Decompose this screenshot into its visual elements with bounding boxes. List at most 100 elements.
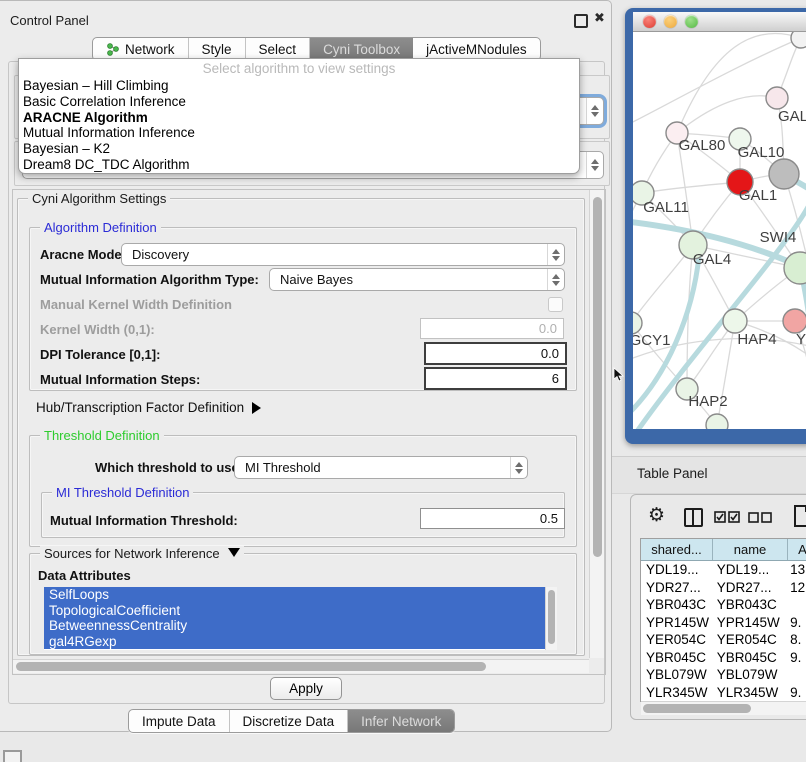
combobox-stepper-icon: [547, 269, 564, 290]
mi-algorithm-type-combobox[interactable]: Naive Bayes: [269, 268, 565, 291]
table-row[interactable]: YLR345WYLR345W9.: [641, 684, 806, 702]
mi-threshold-field[interactable]: 0.5: [420, 508, 565, 529]
table-cell[interactable]: YDR27...: [641, 579, 712, 597]
minimize-traffic-light-icon[interactable]: [664, 15, 677, 28]
node-label: Y: [796, 331, 806, 348]
aracne-mode-combobox[interactable]: Discovery: [121, 243, 565, 266]
algorithm-option-aracne[interactable]: ARACNE Algorithm: [19, 110, 579, 126]
tab-select[interactable]: Select: [246, 38, 311, 60]
algorithm-option-bayesian-k2[interactable]: Bayesian – K2: [19, 141, 579, 157]
network-node[interactable]: [706, 414, 728, 429]
network-node-gal[interactable]: [766, 87, 788, 109]
tab-style[interactable]: Style: [189, 38, 246, 60]
table-cell[interactable]: YBR045C: [641, 649, 712, 667]
combobox-stepper-icon: [586, 152, 603, 178]
table-cell[interactable]: YLR345W: [641, 684, 712, 702]
close-traffic-light-icon[interactable]: [643, 15, 656, 28]
table-cell[interactable]: YPR145W: [712, 614, 785, 632]
table-row[interactable]: YBL079WYBL079W: [641, 666, 806, 684]
algorithm-option-bayesian-hill-climbing[interactable]: Bayesian – Hill Climbing: [19, 78, 579, 94]
apply-button[interactable]: Apply: [270, 677, 342, 700]
algorithm-option-mutual-information[interactable]: Mutual Information Inference: [19, 125, 579, 141]
table-row[interactable]: YBR045CYBR045C9.: [641, 649, 806, 667]
gear-icon[interactable]: ⚙: [648, 504, 665, 527]
table-cell[interactable]: [785, 596, 806, 614]
hub-tf-definition-toggle[interactable]: Hub/Transcription Factor Definition: [36, 400, 261, 415]
settings-vertical-scrollbar[interactable]: [589, 190, 604, 658]
zoom-traffic-light-icon[interactable]: [685, 15, 698, 28]
table-cell[interactable]: 9.: [785, 684, 806, 702]
attributes-list-vertical-scrollbar[interactable]: [545, 587, 557, 650]
settings-horizontal-scrollbar[interactable]: [13, 659, 589, 673]
table-cell[interactable]: 12: [785, 579, 806, 597]
which-threshold-label: Which threshold to use:: [95, 460, 243, 475]
float-window-icon[interactable]: [574, 14, 588, 28]
column-header-partial[interactable]: A: [788, 539, 806, 560]
algorithm-option-dream8[interactable]: Dream8 DC_TDC Algorithm: [19, 157, 579, 173]
network-canvas[interactable]: GALGAL80GAL10GAL1GAL11GAL4SWI4GCY1HAP4YH…: [633, 32, 806, 429]
mi-steps-field[interactable]: 6: [424, 367, 567, 390]
network-node-hap4[interactable]: [723, 309, 747, 333]
tab-infer-network[interactable]: Infer Network: [348, 710, 454, 732]
table-cell[interactable]: YDL19...: [641, 561, 712, 579]
tab-impute-data[interactable]: Impute Data: [129, 710, 230, 732]
close-window-icon[interactable]: ✖: [594, 10, 605, 26]
table-cell[interactable]: YER054C: [712, 631, 785, 649]
node-label: HAP2: [688, 393, 727, 410]
table-cell[interactable]: 9.: [785, 649, 806, 667]
list-item-betweennesscentrality[interactable]: BetweennessCentrality: [44, 618, 556, 634]
table-row[interactable]: YDR27...YDR27...12: [641, 579, 806, 597]
dpi-tolerance-field[interactable]: 0.0: [424, 342, 567, 365]
network-edge[interactable]: [633, 38, 801, 127]
table-cell[interactable]: YBR043C: [712, 596, 785, 614]
grip-icon[interactable]: [3, 750, 22, 762]
list-item-topologicalcoefficient[interactable]: TopologicalCoefficient: [44, 603, 556, 619]
table-cell[interactable]: YBL079W: [641, 666, 712, 684]
sources-title[interactable]: Sources for Network Inference: [40, 546, 244, 561]
which-threshold-combobox[interactable]: MI Threshold: [234, 456, 528, 479]
table-cell[interactable]: YBL079W: [712, 666, 785, 684]
algorithm-option-basic-correlation[interactable]: Basic Correlation Inference: [19, 94, 579, 110]
table-row[interactable]: YPR145WYPR145W9.: [641, 614, 806, 632]
list-item-selfloops[interactable]: SelfLoops: [44, 587, 556, 603]
table-row[interactable]: YBR043CYBR043C: [641, 596, 806, 614]
table-row[interactable]: YDL19...YDL19...13: [641, 561, 806, 579]
network-edge[interactable]: [633, 245, 693, 323]
table-cell[interactable]: 13: [785, 561, 806, 579]
tab-jactivemnodules[interactable]: jActiveMNodules: [413, 38, 540, 60]
table-cell[interactable]: 9.: [785, 614, 806, 632]
network-node-gcy1[interactable]: [633, 312, 642, 334]
table-cell[interactable]: 8.: [785, 631, 806, 649]
tab-discretize-data[interactable]: Discretize Data: [230, 710, 349, 732]
column-header-name[interactable]: name: [713, 539, 788, 560]
select-all-checkboxes-icon[interactable]: [714, 511, 740, 523]
table-cell[interactable]: YBR045C: [712, 649, 785, 667]
network-node[interactable]: [769, 159, 799, 189]
network-node[interactable]: [791, 32, 806, 48]
hub-tf-definition-label: Hub/Transcription Factor Definition: [36, 400, 244, 415]
tab-cyni-toolbox[interactable]: Cyni Toolbox: [310, 38, 413, 60]
network-node-y[interactable]: [783, 309, 806, 333]
network-edge[interactable]: [642, 182, 740, 193]
network-window-titlebar[interactable]: [633, 12, 806, 32]
table-cell[interactable]: YDR27...: [712, 579, 785, 597]
list-item-gal4rgexp[interactable]: gal4RGexp: [44, 634, 556, 650]
manual-kernel-width-checkbox[interactable]: [548, 297, 563, 312]
document-icon[interactable]: [793, 505, 806, 527]
table-cell[interactable]: YLR345W: [712, 684, 785, 702]
kernel-width-field[interactable]: 0.0: [420, 318, 564, 339]
table-cell[interactable]: [785, 666, 806, 684]
column-header-shared[interactable]: shared...: [641, 539, 713, 560]
table-cell[interactable]: YBR043C: [641, 596, 712, 614]
data-attributes-list[interactable]: SelfLoops TopologicalCoefficient Between…: [44, 587, 556, 650]
network-node-swi4[interactable]: [784, 252, 806, 284]
kernel-width-label: Kernel Width (0,1):: [40, 322, 155, 337]
column-layout-icon[interactable]: [684, 508, 703, 527]
table-cell[interactable]: YDL19...: [712, 561, 785, 579]
tab-network[interactable]: Network: [93, 38, 189, 60]
deselect-all-checkboxes-icon[interactable]: [748, 512, 772, 523]
table-cell[interactable]: YER054C: [641, 631, 712, 649]
table-cell[interactable]: YPR145W: [641, 614, 712, 632]
table-row[interactable]: YER054CYER054C8.: [641, 631, 806, 649]
table-horizontal-scrollbar[interactable]: [641, 701, 806, 715]
